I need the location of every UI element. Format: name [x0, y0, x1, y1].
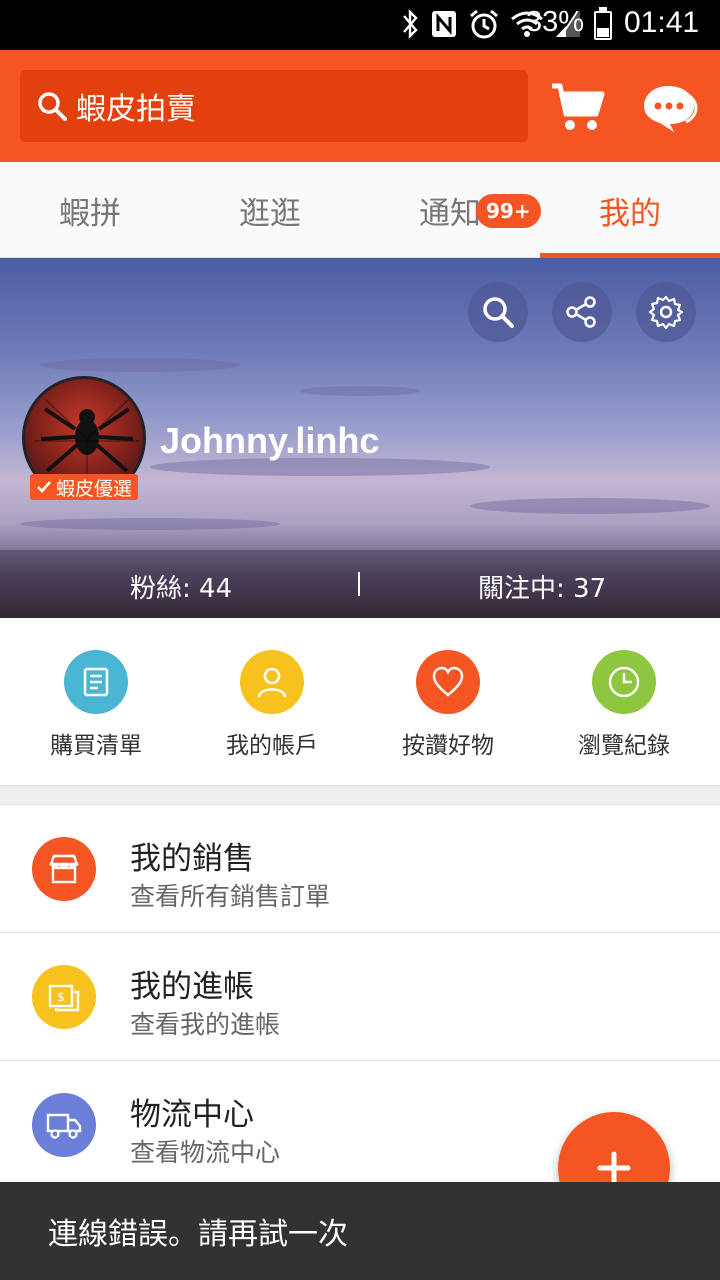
- cloud: [40, 358, 240, 372]
- store-icon: [32, 837, 96, 901]
- quick-action-label: 購買清單: [50, 733, 142, 759]
- truck-icon: [32, 1093, 96, 1157]
- heart-icon: [416, 650, 480, 714]
- badge-label: 蝦皮優選: [56, 477, 133, 500]
- cloud: [20, 518, 280, 530]
- quick-action-purchases[interactable]: 購買清單: [8, 650, 184, 760]
- followers-count[interactable]: 粉絲: 44: [130, 568, 232, 605]
- notification-badge: 99+: [476, 194, 541, 228]
- check-icon: [37, 481, 51, 493]
- menu-item-my-income[interactable]: $ 我的進帳 查看我的進帳: [0, 933, 720, 1061]
- cart-icon[interactable]: [548, 80, 608, 134]
- stats-divider: [358, 572, 360, 596]
- menu-item-subtitle: 查看物流中心: [130, 1138, 281, 1167]
- tab-label: 逛逛: [239, 195, 301, 232]
- quick-action-likes[interactable]: 按讚好物: [360, 650, 536, 760]
- share-icon: [566, 296, 596, 328]
- profile-search-button[interactable]: [468, 282, 528, 342]
- clock-time: 01:41: [624, 6, 700, 39]
- bluetooth-icon: [403, 9, 418, 39]
- quick-action-label: 瀏覽紀錄: [578, 733, 670, 759]
- menu-item-title: 物流中心: [130, 1097, 254, 1133]
- cloud: [470, 498, 710, 514]
- menu-item-title: 我的銷售: [130, 841, 254, 877]
- search-placeholder: 蝦皮拍賣: [76, 92, 196, 127]
- battery-percent: 33%: [526, 6, 585, 38]
- tab-shopee-feed[interactable]: 蝦拼: [0, 162, 180, 258]
- status-bar: 33% 01:41: [0, 0, 720, 50]
- quick-action-history[interactable]: 瀏覽紀錄: [536, 650, 712, 760]
- quick-actions: 購買清單 我的帳戶 按讚好物 瀏覽紀錄: [0, 618, 720, 786]
- chat-icon[interactable]: [640, 80, 700, 134]
- tab-label: 我的: [599, 195, 661, 232]
- search-input[interactable]: 蝦皮拍賣: [20, 70, 528, 142]
- nfc-icon: [432, 11, 456, 37]
- snackbar-message: 連線錯誤。請再試一次: [48, 1217, 348, 1252]
- following-count[interactable]: 關注中: 37: [478, 568, 606, 605]
- search-icon: [38, 92, 67, 121]
- menu-item-subtitle: 查看所有銷售訂單: [130, 882, 331, 911]
- follow-stats: 粉絲: 44 關注中: 37: [0, 550, 720, 618]
- svg-text:$: $: [57, 990, 65, 1004]
- settings-button[interactable]: [636, 282, 696, 342]
- preferred-seller-badge: 蝦皮優選: [30, 474, 139, 500]
- tab-bar: 蝦拼 逛逛 通知 99+ 我的: [0, 162, 720, 258]
- alarm-icon: [470, 9, 498, 39]
- tab-browse[interactable]: 逛逛: [180, 162, 360, 258]
- cloud: [300, 386, 420, 396]
- quick-action-account[interactable]: 我的帳戶: [184, 650, 360, 760]
- tab-notifications[interactable]: 通知 99+: [360, 162, 541, 258]
- menu-item-title: 我的進帳: [130, 969, 254, 1005]
- menu-item-subtitle: 查看我的進帳: [130, 1010, 281, 1039]
- user-icon: [240, 650, 304, 714]
- tab-label: 蝦拼: [59, 195, 121, 232]
- profile-cover: 蝦皮優選 Johnny.linhc 粉絲: 44 關注中: 37: [0, 258, 720, 618]
- quick-action-label: 按讚好物: [402, 733, 494, 759]
- app-header: 蝦皮拍賣: [0, 50, 720, 162]
- error-snackbar: 連線錯誤。請再試一次: [0, 1182, 720, 1280]
- tab-me[interactable]: 我的: [540, 162, 720, 258]
- money-icon: $: [32, 965, 96, 1029]
- tab-label: 通知: [419, 195, 481, 232]
- clock-icon: [592, 650, 656, 714]
- share-button[interactable]: [552, 282, 612, 342]
- search-icon: [483, 297, 514, 328]
- gear-icon: [648, 295, 684, 330]
- username: Johnny.linhc: [160, 420, 380, 461]
- battery-icon: [594, 7, 612, 40]
- list-icon: [64, 650, 128, 714]
- quick-action-label: 我的帳戶: [226, 733, 318, 759]
- menu-item-my-sales[interactable]: 我的銷售 查看所有銷售訂單: [0, 805, 720, 933]
